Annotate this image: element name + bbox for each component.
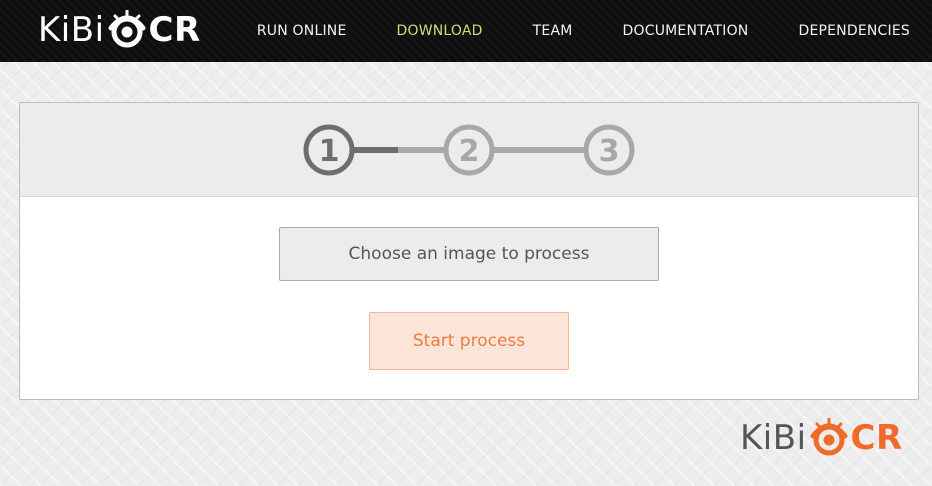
top-navbar: KiBi CR RUN ONLINE DOWNLOAD TEAM DOCUMEN… (0, 0, 932, 62)
eye-icon (108, 10, 146, 48)
footer-brand-suffix: CR (850, 418, 903, 458)
footer-logo: KiBi CR (740, 418, 903, 458)
brand-prefix: KiBi (38, 10, 105, 50)
eye-icon (810, 418, 848, 456)
choose-image-button[interactable]: Choose an image to process (279, 227, 659, 281)
step-2: 2 (443, 124, 495, 176)
step-2-label: 2 (459, 134, 480, 169)
step-1: 1 (303, 124, 355, 176)
process-panel: 1 2 3 Choose an image to process Start p… (19, 102, 919, 400)
step-3: 3 (583, 124, 635, 176)
brand-logo[interactable]: KiBi CR (38, 10, 201, 50)
step-indicator-bar: 1 2 3 (20, 103, 918, 197)
step-3-label: 3 (599, 134, 620, 169)
step-progress: 1 2 3 (303, 124, 635, 176)
nav-item-dependencies[interactable]: DEPENDENCIES (798, 23, 910, 39)
start-process-button[interactable]: Start process (369, 312, 569, 370)
nav-item-download[interactable]: DOWNLOAD (397, 23, 483, 39)
step-1-label: 1 (319, 134, 340, 169)
brand-suffix: CR (148, 10, 201, 50)
nav-item-run-online[interactable]: RUN ONLINE (257, 23, 347, 39)
nav-item-team[interactable]: TEAM (533, 23, 573, 39)
nav-item-documentation[interactable]: DOCUMENTATION (623, 23, 749, 39)
nav-menu: RUN ONLINE DOWNLOAD TEAM DOCUMENTATION D… (207, 0, 910, 62)
footer-brand-prefix: KiBi (740, 418, 807, 458)
